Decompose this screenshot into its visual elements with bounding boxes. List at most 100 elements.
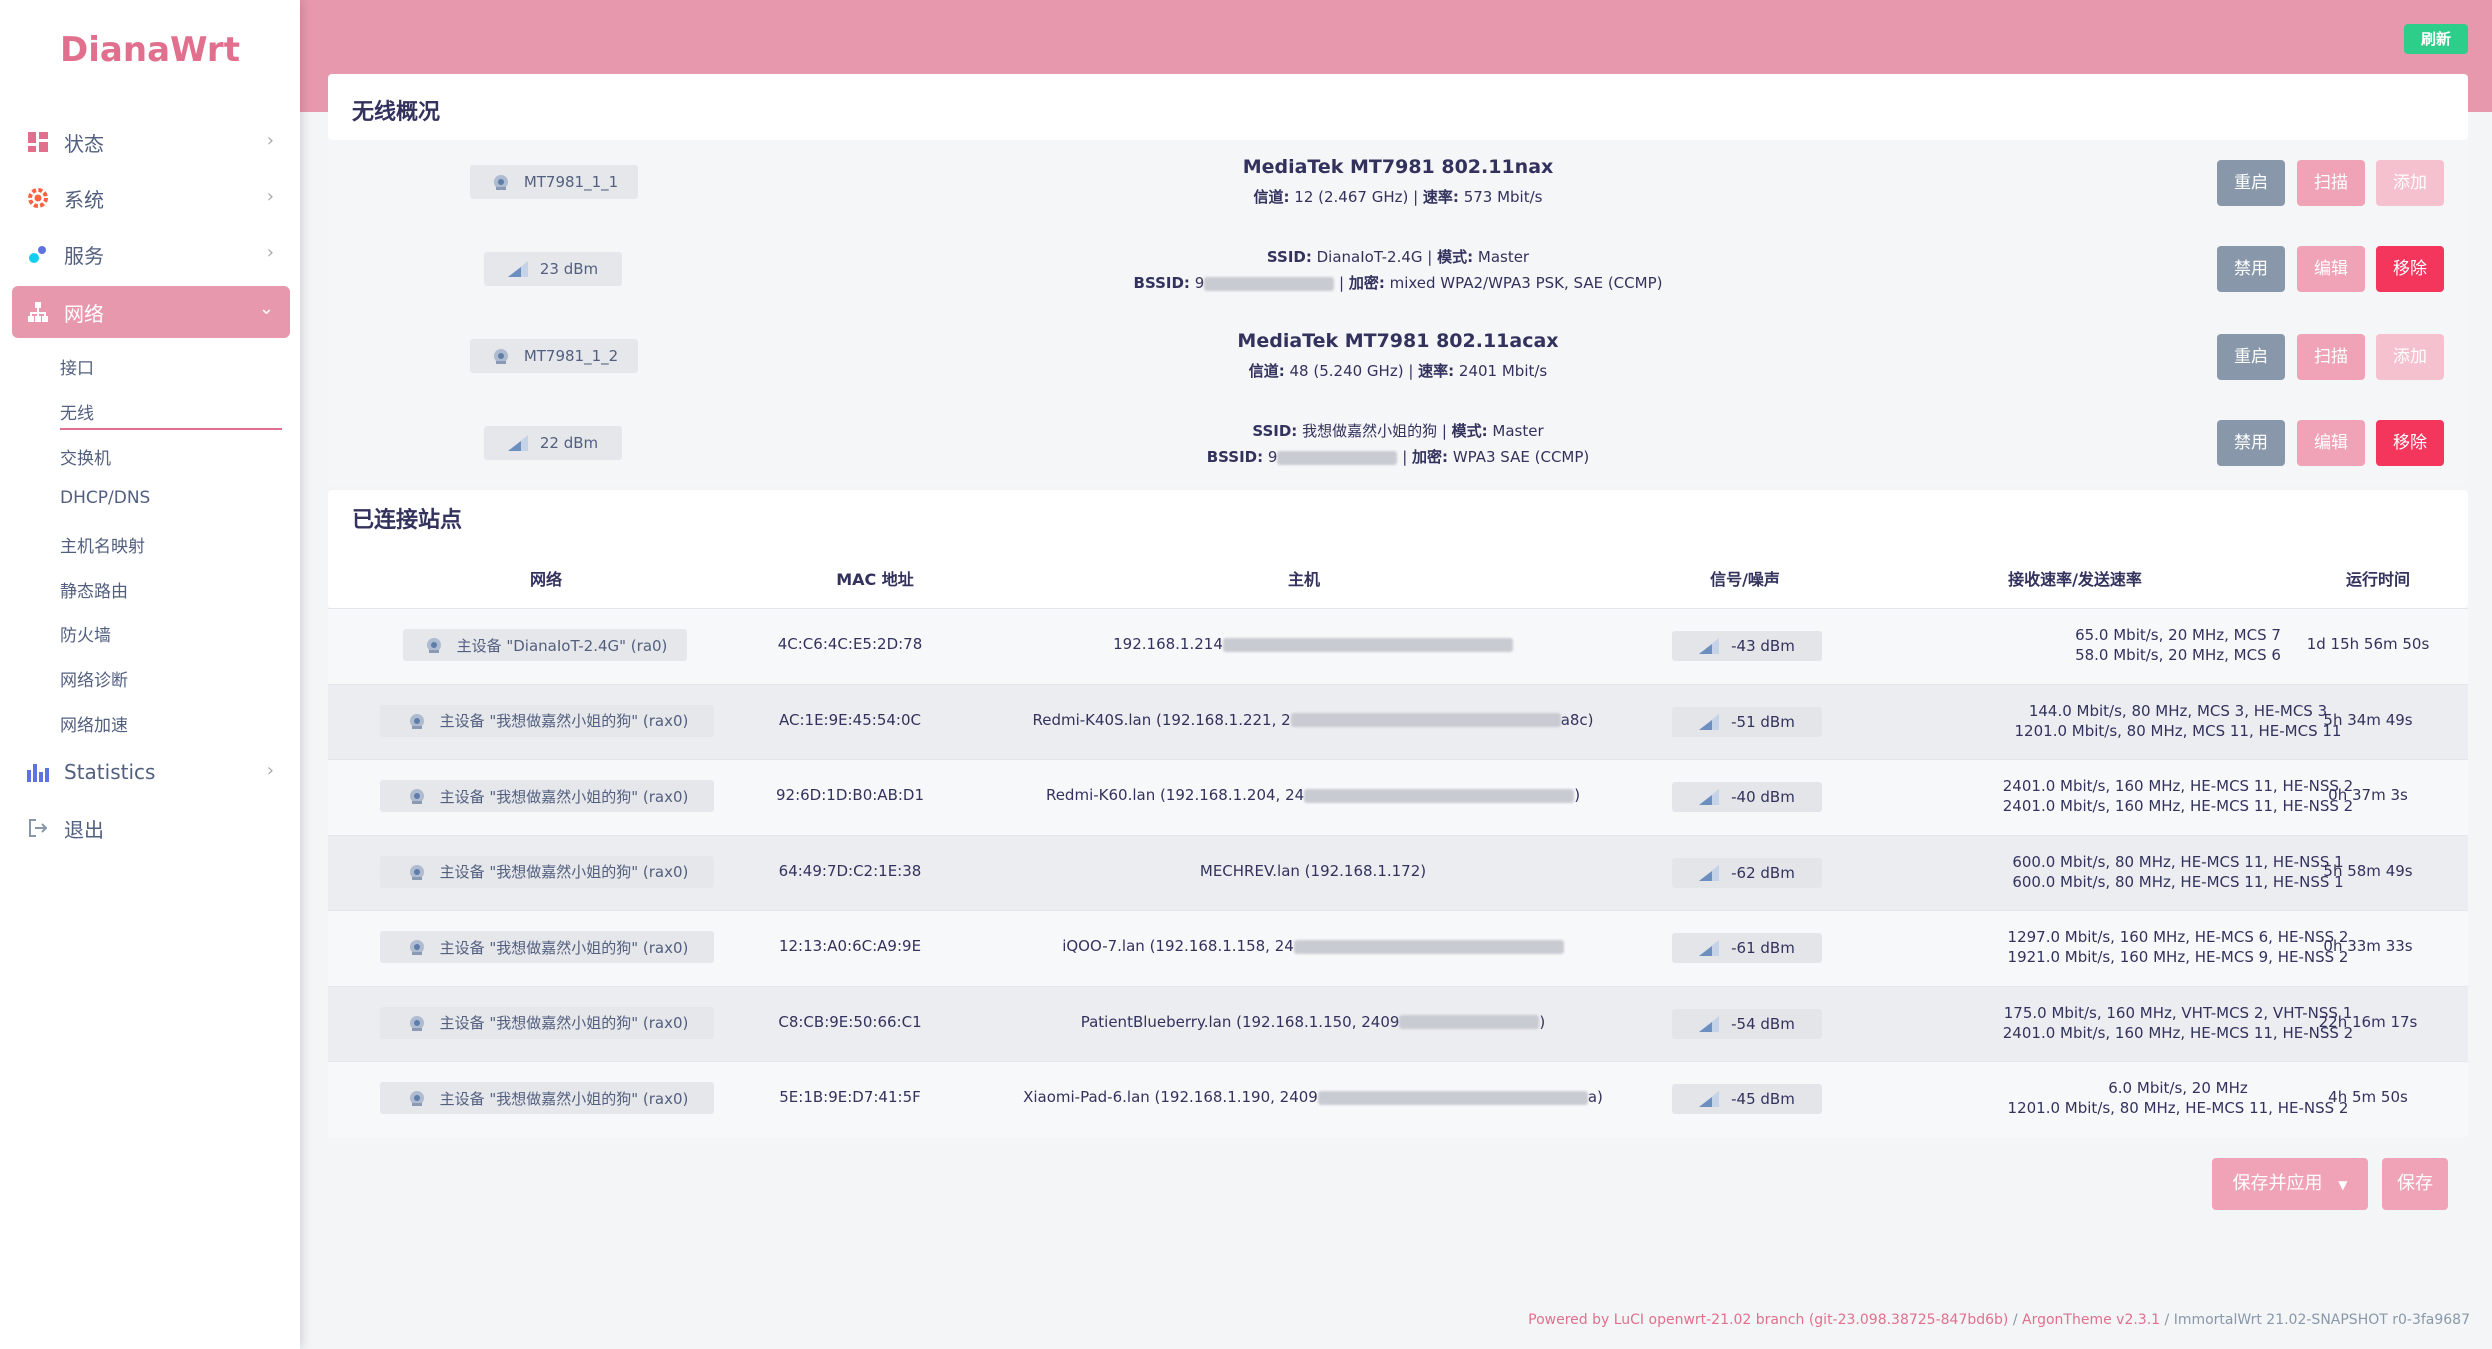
edit-button[interactable]: 编辑 (2297, 246, 2365, 292)
table-row: 主设备 "我想做嘉然小姐的狗" (rax0) 12:13:A0:6C:A9:9E i… (328, 910, 2468, 986)
radio-info: 信道: 12 (2.467 GHz) | 速率: 573 Mbit/s (1253, 188, 1543, 206)
network-badge: 主设备 "DianaIoT-2.4G" (ra0) (403, 629, 687, 661)
footer-theme[interactable]: ArgonTheme v2.3.1 (2022, 1312, 2160, 1328)
disable-button[interactable]: 禁用 (2217, 420, 2285, 466)
signal-badge: -61 dBm (1672, 933, 1822, 963)
sidebar: DianaWrt 状态 › 系统 › 服务 › 网络 ⌄ 接口 无线 交换机 D… (0, 0, 300, 1349)
table-row: 主设备 "我想做嘉然小姐的狗" (rax0) 92:6D:1D:B0:AB:D1 R… (328, 759, 2468, 835)
signal-bars-icon (1699, 1091, 1720, 1107)
radio-row: MT7981_1_2 MediaTek MT7981 802.11acax 信道… (328, 312, 2468, 398)
mac-address: 4C:C6:4C:E5:2D:78 (777, 635, 923, 653)
uptime: 0h 37m 3s (2328, 786, 2408, 804)
menu-logout[interactable]: 退出 (12, 802, 290, 854)
stations-panel-header: 已连接站点 (328, 490, 2468, 608)
save-button[interactable]: 保存 (2382, 1158, 2448, 1210)
menu-status[interactable]: 状态 › (12, 116, 290, 168)
redacted-bssid (1277, 450, 1398, 465)
radio-info: 信道: 48 (5.240 GHz) | 速率: 2401 Mbit/s (1248, 362, 1548, 380)
uptime: 4h 5m 50s (2328, 1088, 2408, 1106)
redacted-bssid (1204, 276, 1335, 291)
logout-icon (26, 816, 50, 840)
wifi-radio-icon (423, 636, 445, 654)
submenu-diagnostics[interactable]: 网络诊断 (60, 666, 128, 691)
uptime: 5h 34m 49s (2323, 710, 2413, 729)
chevron-right-icon: › (266, 130, 274, 151)
host-cell: iQOO-7.lan (192.168.1.158, 24 (988, 937, 1638, 955)
mac-address: AC:1E:9E:45:54:0C (779, 710, 921, 729)
footer: Powered by LuCI openwrt-21.02 branch (gi… (1528, 1312, 2470, 1328)
scan-button[interactable]: 扫描 (2297, 160, 2365, 206)
host-cell: Xiaomi-Pad-6.lan (192.168.1.190, 2409 a) (1023, 1088, 1603, 1106)
scan-button[interactable]: 扫描 (2297, 334, 2365, 380)
add-button[interactable]: 添加 (2376, 334, 2444, 380)
uptime: 5h 58m 49s (2323, 861, 2413, 880)
network-badge: 主设备 "我想做嘉然小姐的狗" (rax0) (380, 1082, 714, 1114)
host-cell: Redmi-K40S.lan (192.168.1.221, 2 a8c) (1032, 710, 1594, 729)
network-bssid-info: BSSID: 9 | 加密: mixed WPA2/WPA3 PSK, SAE … (1133, 274, 1663, 292)
redacted-address (1304, 788, 1575, 803)
edit-button[interactable]: 编辑 (2297, 420, 2365, 466)
col-network: 网络 (529, 570, 562, 589)
menu-services[interactable]: 服务 › (12, 228, 290, 280)
mac-address: C8:CB:9E:50:66:C1 (778, 1012, 922, 1031)
col-uptime: 运行时间 (2345, 570, 2410, 589)
submenu-static-routes[interactable]: 静态路由 (60, 577, 128, 602)
network-badge: 主设备 "我想做嘉然小姐的狗" (rax0) (380, 780, 714, 812)
table-row: 主设备 "DianaIoT-2.4G" (ra0) 4C:C6:4C:E5:2D:… (328, 608, 2468, 684)
wifi-radio-icon (406, 712, 428, 730)
footer-powered[interactable]: Powered by LuCI openwrt-21.02 branch (gi… (1528, 1312, 2008, 1328)
chevron-right-icon: › (266, 760, 274, 781)
signal-badge: -54 dBm (1672, 1008, 1822, 1039)
dashboard-icon (26, 130, 50, 154)
signal-bars-icon (1699, 1015, 1720, 1032)
submenu-dhcp-dns[interactable]: DHCP/DNS (60, 488, 150, 508)
signal-badge: -51 dBm (1672, 706, 1822, 737)
menu-network[interactable]: 网络 ⌄ (12, 286, 290, 338)
host-cell: 192.168.1.214 (988, 635, 1638, 653)
signal-bars-icon (1699, 638, 1720, 654)
save-apply-button[interactable]: 保存并应用 ▼ (2212, 1158, 2368, 1210)
network-ssid-info: SSID: DianaIoT-2.4G | 模式: Master (1266, 248, 1530, 266)
chevron-right-icon: › (266, 186, 274, 207)
mac-address: 92:6D:1D:B0:AB:D1 (775, 786, 925, 804)
table-row: 主设备 "我想做嘉然小姐的狗" (rax0) 5E:1B:9E:D7:41:5F X… (328, 1061, 2468, 1137)
restart-button[interactable]: 重启 (2217, 334, 2285, 380)
submenu-acceleration[interactable]: 网络加速 (60, 711, 128, 736)
submenu-wireless[interactable]: 无线 (60, 399, 94, 424)
menu-services-label: 服务 (64, 243, 104, 268)
remove-button[interactable]: 移除 (2376, 420, 2444, 466)
menu-status-label: 状态 (64, 131, 104, 156)
submenu-interfaces[interactable]: 接口 (60, 354, 94, 379)
submenu-switch[interactable]: 交换机 (60, 444, 111, 469)
footer-build: ImmortalWrt 21.02-SNAPSHOT r0-3fa9687 (2173, 1312, 2470, 1328)
disable-button[interactable]: 禁用 (2217, 246, 2285, 292)
col-mac: MAC 地址 (836, 570, 914, 589)
signal-bars-icon (1699, 789, 1720, 805)
caret-down-icon: ▼ (2338, 1178, 2348, 1192)
col-signal: 信号/噪声 (1710, 570, 1780, 589)
network-badge: 主设备 "我想做嘉然小姐的狗" (rax0) (380, 704, 714, 737)
add-button[interactable]: 添加 (2376, 160, 2444, 206)
remove-button[interactable]: 移除 (2376, 246, 2444, 292)
signal-badge: -40 dBm (1672, 782, 1822, 812)
menu-statistics[interactable]: Statistics › (12, 746, 290, 798)
signal-badge: -45 dBm (1672, 1084, 1822, 1114)
mac-address: 5E:1B:9E:D7:41:5F (779, 1088, 921, 1106)
table-row: 主设备 "我想做嘉然小姐的狗" (rax0) 64:49:7D:C2:1E:38 M… (328, 834, 2468, 911)
host-cell: MECHREV.lan (192.168.1.172) (1199, 861, 1427, 880)
restart-button[interactable]: 重启 (2217, 160, 2285, 206)
table-row: 主设备 "我想做嘉然小姐的狗" (rax0) C8:CB:9E:50:66:C1 P… (328, 985, 2468, 1062)
redacted-address (1317, 1090, 1588, 1105)
brand-logo: DianaWrt (60, 30, 240, 70)
wifi-radio-icon (406, 938, 428, 956)
refresh-button[interactable]: 刷新 (2404, 24, 2468, 54)
radio-title: MediaTek MT7981 802.11nax (1242, 156, 1554, 178)
col-host: 主机 (1287, 570, 1320, 589)
bar-chart-icon (26, 760, 50, 784)
wifi-radio-icon (406, 1014, 428, 1032)
submenu-firewall[interactable]: 防火墙 (60, 621, 111, 646)
radio-row: MT7981_1_1 MediaTek MT7981 802.11nax 信道:… (328, 140, 2468, 226)
menu-system[interactable]: 系统 › (12, 172, 290, 224)
network-icon (26, 300, 50, 324)
submenu-hostnames[interactable]: 主机名映射 (60, 532, 145, 557)
